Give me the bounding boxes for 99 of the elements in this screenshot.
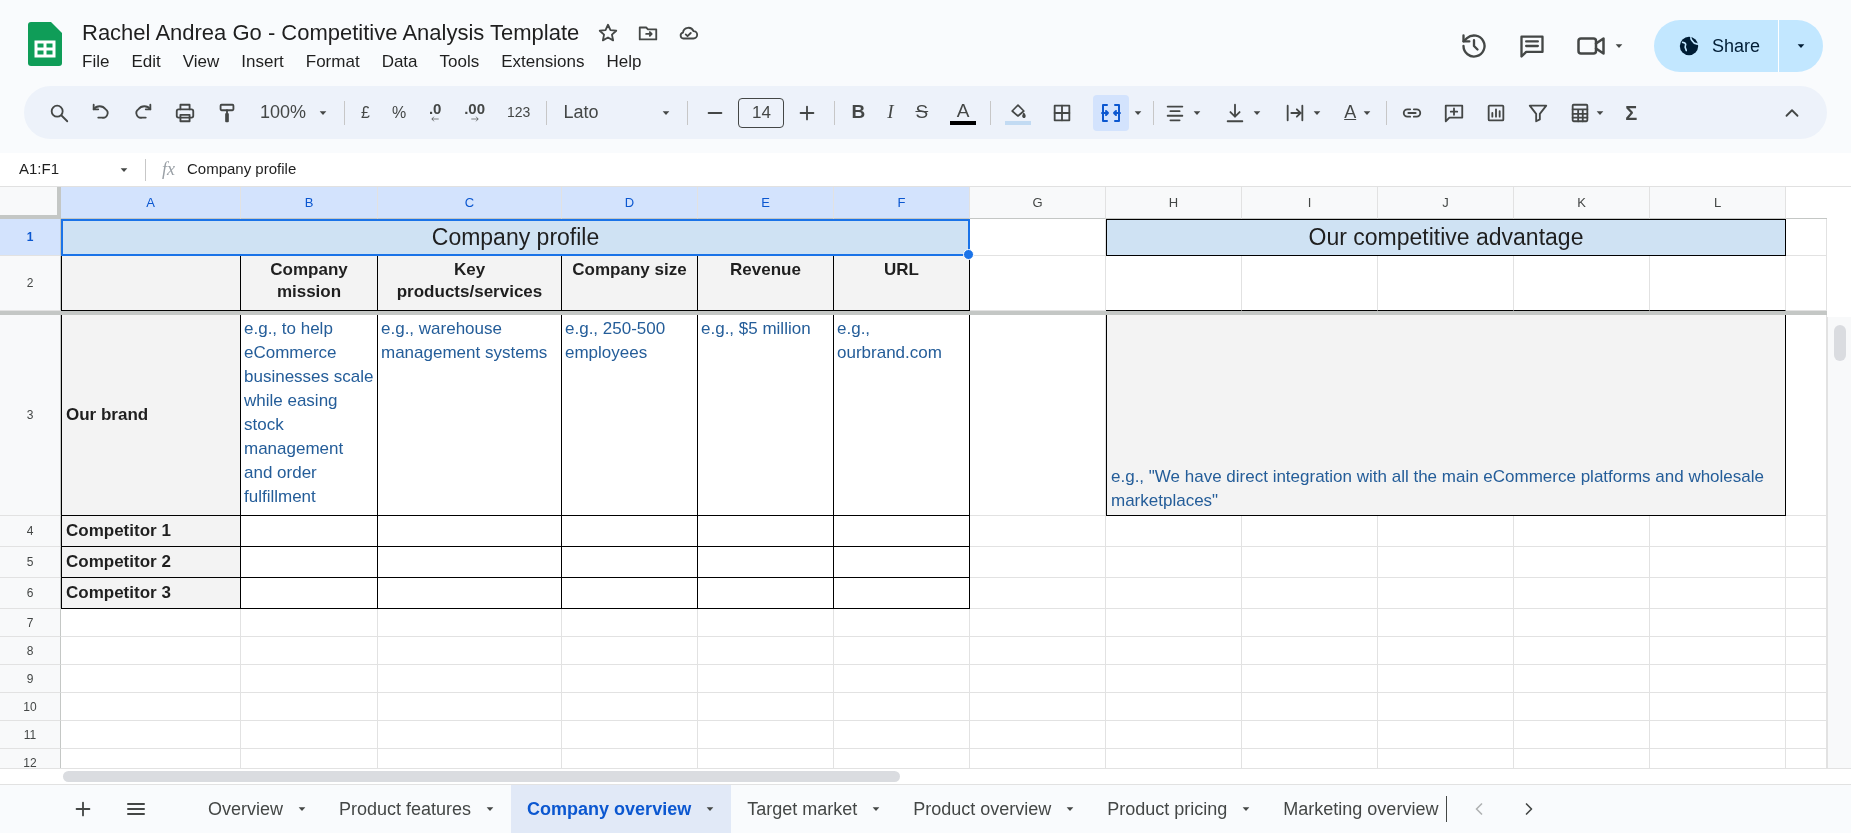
column-header[interactable]: L: [1650, 187, 1786, 219]
sheet-tab[interactable]: Marketing overview: [1267, 785, 1455, 833]
scrollbar-thumb[interactable]: [63, 771, 900, 782]
menu-item[interactable]: Data: [381, 50, 418, 74]
formula-field[interactable]: Company profile: [187, 158, 1851, 181]
sheet-tab[interactable]: Company overview: [511, 785, 732, 833]
decrease-decimals-button[interactable]: .0: [428, 102, 442, 115]
row-header[interactable]: 11: [0, 721, 61, 749]
menu-item[interactable]: Tools: [439, 50, 480, 74]
sheet-tab[interactable]: Product overview: [897, 785, 1092, 833]
column-header[interactable]: J: [1378, 187, 1514, 219]
merged-title-cell[interactable]: Our competitive advantage: [1106, 219, 1786, 256]
column-header[interactable]: G: [970, 187, 1106, 219]
menu-item[interactable]: Format: [305, 50, 360, 74]
horizontal-scrollbar[interactable]: [0, 768, 1851, 784]
column-header[interactable]: B: [241, 187, 378, 219]
sheet-tab[interactable]: Product pricing: [1091, 785, 1268, 833]
scrollbar-thumb[interactable]: [1833, 325, 1846, 361]
column-header[interactable]: F: [834, 187, 970, 219]
column-header[interactable]: H: [1106, 187, 1242, 219]
document-title[interactable]: Rachel Andrea Go - Competitive Analysis Template: [82, 18, 580, 48]
currency-button[interactable]: £: [361, 100, 370, 125]
sheets-logo-icon[interactable]: [28, 22, 62, 66]
print-icon[interactable]: [174, 101, 196, 124]
name-box[interactable]: A1:F1: [19, 158, 129, 181]
text-color-button[interactable]: A: [950, 100, 977, 125]
sheet-tab[interactable]: Product features: [323, 785, 512, 833]
row-header[interactable]: 8: [0, 637, 61, 665]
column-header[interactable]: E: [698, 187, 834, 219]
row-header[interactable]: 10: [0, 693, 61, 721]
functions-button[interactable]: Σ: [1625, 97, 1638, 128]
menu-item[interactable]: Extensions: [501, 50, 585, 74]
row-label-cell[interactable]: Competitor 3: [61, 578, 241, 609]
italic-button[interactable]: I: [887, 98, 894, 127]
row-header[interactable]: 7: [0, 609, 61, 637]
tab-label: Company overview: [527, 797, 692, 821]
caret-icon[interactable]: [1065, 804, 1076, 814]
column-title-cell[interactable]: Key products/services: [378, 256, 562, 311]
vertical-scrollbar[interactable]: [1827, 317, 1851, 768]
menu-item[interactable]: Edit: [131, 50, 161, 74]
row-header[interactable]: 9: [0, 665, 61, 693]
menu-item[interactable]: Insert: [241, 50, 284, 74]
tab-label: Target market: [747, 797, 858, 821]
row-label-cell[interactable]: Competitor 1: [61, 516, 241, 547]
example-cell[interactable]: e.g., warehouse management systems: [378, 315, 562, 516]
sheet-tab[interactable]: Overview: [192, 785, 323, 833]
row-header[interactable]: 1: [0, 219, 61, 256]
column-header[interactable]: K: [1514, 187, 1650, 219]
row-header[interactable]: 5: [0, 547, 61, 578]
caret-icon[interactable]: [871, 804, 882, 814]
row-header[interactable]: 4: [0, 516, 61, 547]
strikethrough-button[interactable]: S: [915, 98, 929, 127]
percent-button[interactable]: %: [391, 100, 407, 125]
column-title-cell[interactable]: Company size: [562, 256, 698, 311]
column-header[interactable]: D: [562, 187, 698, 219]
column-header[interactable]: C: [378, 187, 562, 219]
caret-icon[interactable]: [297, 804, 307, 814]
select-all-corner[interactable]: [0, 187, 61, 219]
column-title-cell[interactable]: Company mission: [241, 256, 378, 311]
row-label-cell[interactable]: Our brand: [61, 315, 241, 516]
tab-label: Overview: [208, 797, 283, 821]
caret-icon[interactable]: [705, 804, 716, 814]
example-cell[interactable]: e.g., ourbrand.com: [834, 315, 970, 516]
text-rotation-button[interactable]: A: [1344, 99, 1357, 126]
menu-item[interactable]: File: [82, 50, 110, 74]
example-cell[interactable]: e.g., to help eCommerce businesses scale while easing stock management and order fulfillment: [241, 315, 378, 516]
row-header[interactable]: 6: [0, 578, 61, 609]
fx-label: fx: [162, 158, 175, 181]
row-label-cell[interactable]: Competitor 2: [61, 547, 241, 578]
caret-icon[interactable]: [1241, 804, 1252, 814]
sheet-tab[interactable]: Target market: [731, 785, 898, 833]
column-header[interactable]: I: [1242, 187, 1378, 219]
row-header[interactable]: 12: [0, 749, 61, 768]
advantage-cell[interactable]: e.g., "We have direct integration with all the main eCommerce platforms and wholesale marketplaces": [1106, 315, 1786, 516]
globe-icon: [1677, 35, 1700, 57]
increase-decimals-button[interactable]: .00: [464, 102, 486, 115]
caret-icon[interactable]: [1613, 41, 1624, 51]
tab-label: Product overview: [913, 797, 1052, 821]
tab-label: Product pricing: [1107, 797, 1228, 821]
tab-label: Marketing overview: [1283, 797, 1439, 821]
caret-icon[interactable]: [485, 804, 496, 814]
column-title-cell[interactable]: Revenue: [698, 256, 834, 311]
bold-button[interactable]: B: [851, 98, 866, 127]
column-title-cell[interactable]: URL: [834, 256, 970, 311]
row-header[interactable]: 3: [0, 315, 61, 516]
row-header[interactable]: 2: [0, 256, 61, 311]
number-format-button[interactable]: 123: [507, 102, 531, 123]
star-icon[interactable]: [597, 22, 620, 44]
font-dropdown[interactable]: Lato: [563, 99, 672, 126]
menu-item[interactable]: Help: [606, 50, 642, 74]
merge-cells-button[interactable]: [1093, 94, 1130, 131]
font-size-field[interactable]: 14: [738, 97, 785, 128]
menu-item[interactable]: View: [182, 50, 220, 74]
example-cell[interactable]: e.g., $5 million: [698, 315, 834, 516]
history-icon[interactable]: [1459, 32, 1488, 60]
zoom-dropdown[interactable]: 100%: [260, 99, 329, 126]
example-cell[interactable]: e.g., 250-500 employees: [562, 315, 698, 516]
tab-label: Product features: [339, 797, 472, 821]
column-header[interactable]: A: [61, 187, 241, 219]
